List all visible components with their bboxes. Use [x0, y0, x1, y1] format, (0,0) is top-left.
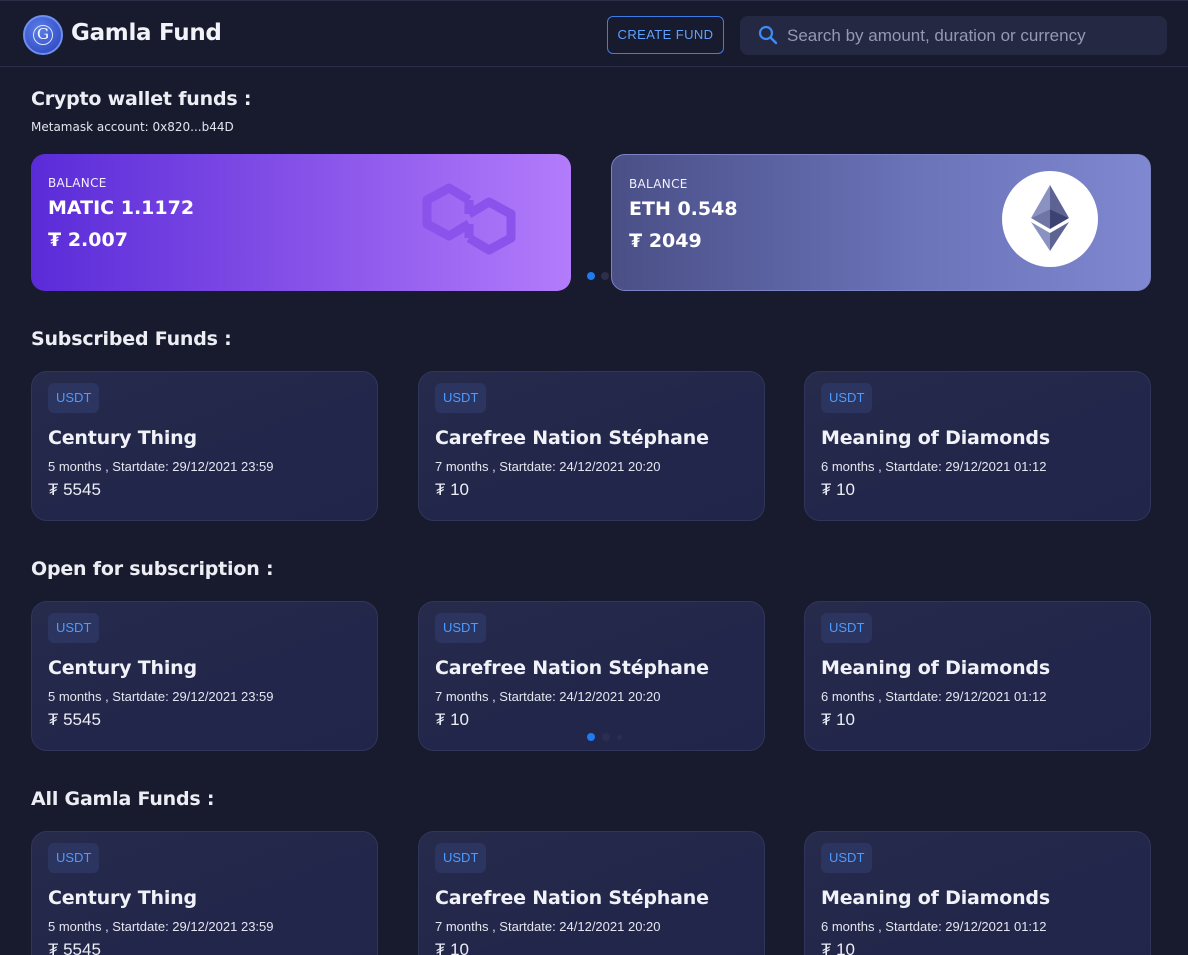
fund-name: Century Thing — [48, 427, 197, 449]
wallet-card-matic[interactable]: BALANCE MATIC 1.1172 ₮ 2.007 — [31, 154, 571, 291]
fund-duration: 7 months , Startdate: 24/12/2021 20:20 — [435, 689, 661, 704]
balance-fiat: ₮ 2049 — [629, 230, 702, 252]
fund-name: Meaning of Diamonds — [821, 887, 1050, 909]
fund-amount: ₮ 10 — [821, 710, 856, 729]
currency-badge: USDT — [435, 843, 487, 873]
fund-duration: 5 months , Startdate: 29/12/2021 23:59 — [48, 689, 274, 704]
balance-label: BALANCE — [48, 176, 107, 190]
wallet-card-eth[interactable]: BALANCE ETH 0.548 ₮ 2049 — [611, 154, 1151, 291]
currency-badge: USDT — [48, 383, 100, 413]
fund-amount: ₮ 10 — [435, 940, 470, 955]
metamask-account: Metamask account: 0x820...b44D — [31, 120, 234, 134]
fund-duration: 7 months , Startdate: 24/12/2021 20:20 — [435, 459, 661, 474]
fund-name: Meaning of Diamonds — [821, 657, 1050, 679]
fund-card[interactable]: USDT Century Thing 5 months , Startdate:… — [31, 831, 378, 955]
carousel-dot[interactable] — [617, 735, 622, 740]
polygon-icon — [422, 183, 516, 255]
fund-name: Century Thing — [48, 657, 197, 679]
balance-amount: ETH 0.548 — [629, 198, 738, 220]
logo-letter: G — [33, 25, 53, 45]
fund-card[interactable]: USDT Century Thing 5 months , Startdate:… — [31, 371, 378, 521]
fund-card[interactable]: USDT Century Thing 5 months , Startdate:… — [31, 601, 378, 751]
fund-amount: ₮ 5545 — [48, 940, 101, 955]
currency-badge: USDT — [48, 613, 100, 643]
currency-badge: USDT — [435, 613, 487, 643]
logo-icon[interactable]: G — [23, 15, 63, 55]
fund-name: Carefree Nation Stéphane — [435, 427, 709, 449]
fund-amount: ₮ 10 — [821, 940, 856, 955]
carousel-dot[interactable] — [602, 733, 610, 741]
carousel-dot[interactable] — [587, 272, 595, 280]
fund-amount: ₮ 5545 — [48, 480, 101, 499]
wallet-section-title: Crypto wallet funds : — [31, 88, 252, 110]
fund-duration: 6 months , Startdate: 29/12/2021 01:12 — [821, 919, 1047, 934]
fund-amount: ₮ 10 — [435, 710, 470, 729]
all-funds-section-title: All Gamla Funds : — [31, 788, 215, 810]
wallet-carousel-dots — [587, 272, 611, 280]
fund-name: Carefree Nation Stéphane — [435, 657, 709, 679]
balance-amount: MATIC 1.1172 — [48, 197, 195, 219]
fund-card[interactable]: USDT Meaning of Diamonds 6 months , Star… — [804, 831, 1151, 955]
search-input[interactable] — [787, 16, 1157, 55]
fund-amount: ₮ 10 — [821, 480, 856, 499]
currency-badge: USDT — [821, 383, 873, 413]
fund-amount: ₮ 5545 — [48, 710, 101, 729]
fund-card[interactable]: USDT Meaning of Diamonds 6 months , Star… — [804, 601, 1151, 751]
create-fund-button[interactable]: CREATE FUND — [607, 16, 724, 54]
fund-duration: 5 months , Startdate: 29/12/2021 23:59 — [48, 919, 274, 934]
carousel-dot[interactable] — [587, 733, 595, 741]
currency-badge: USDT — [48, 843, 100, 873]
currency-badge: USDT — [435, 383, 487, 413]
ethereum-icon — [1002, 171, 1098, 267]
fund-duration: 5 months , Startdate: 29/12/2021 23:59 — [48, 459, 274, 474]
fund-name: Meaning of Diamonds — [821, 427, 1050, 449]
fund-name: Carefree Nation Stéphane — [435, 887, 709, 909]
open-section-title: Open for subscription : — [31, 558, 274, 580]
app-header: G Gamla Fund CREATE FUND — [0, 0, 1188, 67]
fund-card[interactable]: USDT Carefree Nation Stéphane 7 months ,… — [418, 831, 765, 955]
fund-card[interactable]: USDT Meaning of Diamonds 6 months , Star… — [804, 371, 1151, 521]
app-title[interactable]: Gamla Fund — [71, 20, 222, 46]
open-carousel-dots — [587, 733, 627, 741]
fund-card[interactable]: USDT Carefree Nation Stéphane 7 months ,… — [418, 371, 765, 521]
fund-amount: ₮ 10 — [435, 480, 470, 499]
search-icon — [758, 25, 778, 45]
search-box[interactable] — [740, 16, 1167, 55]
currency-badge: USDT — [821, 843, 873, 873]
carousel-dot[interactable] — [601, 272, 609, 280]
fund-duration: 6 months , Startdate: 29/12/2021 01:12 — [821, 689, 1047, 704]
balance-fiat: ₮ 2.007 — [48, 229, 128, 251]
fund-card[interactable]: USDT Carefree Nation Stéphane 7 months ,… — [418, 601, 765, 751]
fund-duration: 7 months , Startdate: 24/12/2021 20:20 — [435, 919, 661, 934]
currency-badge: USDT — [821, 613, 873, 643]
fund-name: Century Thing — [48, 887, 197, 909]
fund-duration: 6 months , Startdate: 29/12/2021 01:12 — [821, 459, 1047, 474]
balance-label: BALANCE — [629, 177, 688, 191]
subscribed-section-title: Subscribed Funds : — [31, 328, 232, 350]
